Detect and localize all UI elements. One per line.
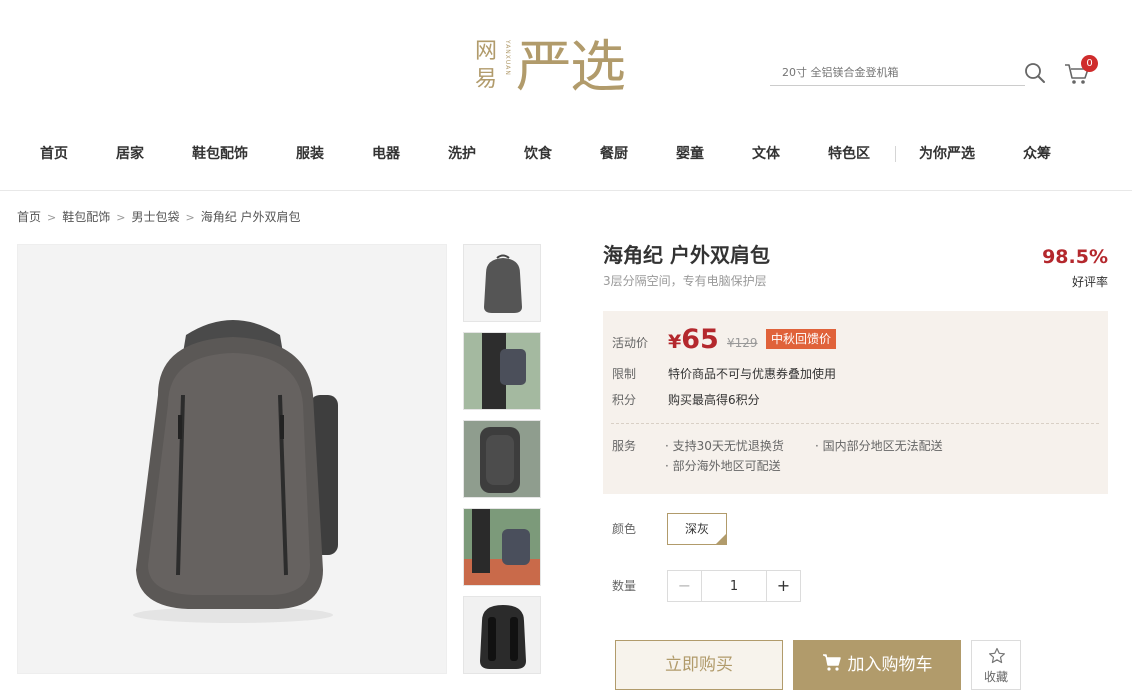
points-text: 购买最高得6积分 [668,393,760,407]
breadcrumb-subcategory[interactable]: 男士包袋 [131,209,179,225]
product-subtitle: 3层分隔空间，专有电脑保护层 [603,274,767,288]
product-thumbnail[interactable] [463,596,541,674]
quantity-stepper: − + [667,570,801,602]
service-item: · 国内部分地区无法配送 [815,439,943,453]
price-value: 65 [681,324,719,355]
nav-item-for-you[interactable]: 为你严选 [919,145,975,163]
nav-item-apparel[interactable]: 服装 [296,145,324,163]
star-icon [989,647,1005,664]
lifestyle-thumbnail-image [464,333,540,409]
cart-count-badge: 0 [1081,55,1098,72]
nav-item-baby[interactable]: 婴童 [676,145,704,163]
nav-divider [895,146,896,162]
nav-item-shoes-bags[interactable]: 鞋包配饰 [192,145,248,163]
search-input[interactable] [770,60,1010,84]
lifestyle-thumbnail-image [464,421,540,497]
service-item: · 支持30天无忧退换货 [665,439,784,453]
quantity-increase-button[interactable]: + [766,571,800,601]
chevron-right-icon: > [116,211,126,224]
logo-latin-text: YANXUAN [504,40,511,76]
divider [611,423,1099,424]
product-main-image[interactable] [17,244,447,674]
add-to-cart-label: 加入购物车 [847,655,933,675]
cart-icon [822,654,841,671]
breadcrumb-home[interactable]: 首页 [17,209,41,225]
search-icon[interactable] [1024,62,1046,84]
brand-logo[interactable]: 网易 YANXUAN 严选 [470,34,660,104]
limit-label: 限制 [612,367,637,381]
search-box [770,60,1025,86]
selected-check-icon [715,533,727,545]
backpack-back-thumbnail-image [480,605,526,669]
backpack-image [133,320,338,623]
price-label: 活动价 [612,336,649,350]
service-label: 服务 [612,439,637,453]
points-label: 积分 [612,393,637,407]
price-symbol: ¥ [668,331,682,353]
nav-item-appliances[interactable]: 电器 [372,145,400,163]
nav-item-crowdfunding[interactable]: 众筹 [1023,145,1051,163]
breadcrumb-current: 海角纪 户外双肩包 [200,210,301,224]
service-item: · 部分海外地区可配送 [665,459,781,473]
price-panel: 活动价 ¥65 ¥129 中秋回馈价 限制 特价商品不可与优惠券叠加使用 积分 … [603,311,1108,494]
product-thumbnail[interactable] [463,420,541,498]
breadcrumb-category[interactable]: 鞋包配饰 [62,209,110,225]
backpack-thumbnail-image [484,254,522,313]
main-nav: 首页 居家 鞋包配饰 服装 电器 洗护 饮食 餐厨 婴童 文体 特色区 为你严选… [0,125,1132,191]
color-label: 颜色 [612,522,637,536]
nav-item-special[interactable]: 特色区 [828,145,870,163]
chevron-right-icon: > [185,211,195,224]
color-option-dark-gray[interactable]: 深灰 [667,513,727,545]
rating-label: 好评率 [1071,275,1108,289]
rating-value: 98.5% [1042,246,1108,268]
logo-small-text: 网易 [474,39,497,92]
limit-text: 特价商品不可与优惠券叠加使用 [668,367,837,381]
nav-item-home-living[interactable]: 居家 [116,145,144,163]
promo-badge: 中秋回馈价 [766,329,837,349]
chevron-right-icon: > [47,211,57,224]
favorite-label: 收藏 [983,670,1008,684]
nav-item-sports[interactable]: 文体 [752,145,780,163]
favorite-button[interactable]: 收藏 [971,640,1021,690]
product-thumbnail[interactable] [463,332,541,410]
logo-main-text: 严选 [516,35,626,100]
add-to-cart-button[interactable]: 加入购物车 [793,640,961,690]
nav-item-home[interactable]: 首页 [40,145,68,163]
product-title: 海角纪 户外双肩包 [603,243,770,267]
lifestyle-thumbnail-image [464,509,540,585]
buy-now-button[interactable]: 立即购买 [615,640,783,690]
original-price: ¥129 [727,336,758,350]
nav-item-care[interactable]: 洗护 [448,145,476,163]
product-thumbnail[interactable] [463,244,541,322]
breadcrumb: 首页 > 鞋包配饰 > 男士包袋 > 海角纪 户外双肩包 [17,209,301,226]
color-option-label: 深灰 [684,522,709,536]
quantity-label: 数量 [612,579,637,593]
quantity-input[interactable] [702,571,766,601]
current-price: ¥65 [668,324,719,359]
product-thumbnail[interactable] [463,508,541,586]
site-header: 网易 YANXUAN 严选 0 [0,0,1132,125]
nav-item-food[interactable]: 饮食 [524,145,552,163]
nav-item-kitchen[interactable]: 餐厨 [600,145,628,163]
quantity-decrease-button[interactable]: − [668,571,702,601]
